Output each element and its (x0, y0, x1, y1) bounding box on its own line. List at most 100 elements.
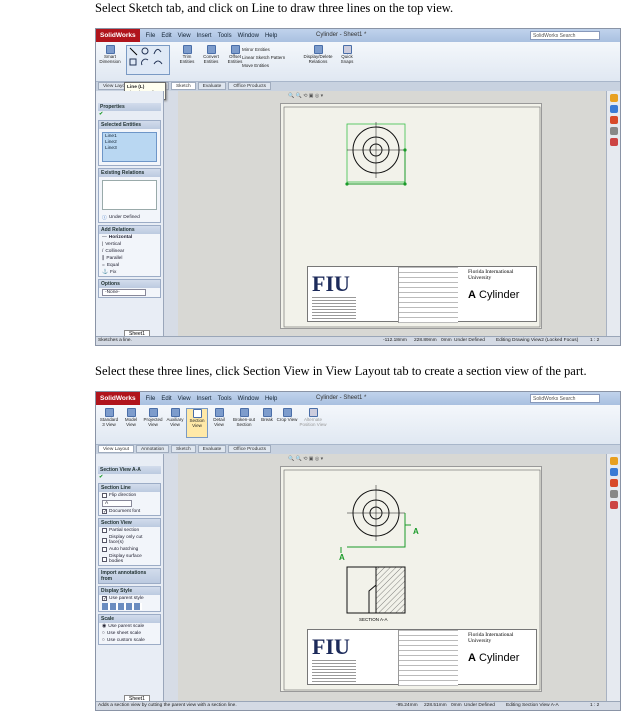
convert-entities-button[interactable]: Convert Entities (200, 45, 222, 65)
tab-sketch[interactable]: Sketch (170, 445, 196, 453)
menu-help[interactable]: Help (265, 33, 277, 39)
add-relations-section: Add Relations — Horizontal | Vertical / Col… (98, 225, 161, 277)
sketch-ribbon: Smart Dimension Trim Entities Convert En… (96, 42, 620, 82)
existing-relations-list[interactable] (102, 180, 157, 210)
library-icon[interactable] (609, 468, 618, 476)
scale-section: Scale ◉ Use parent scale ○ Use sheet scale… (98, 614, 161, 645)
status-bar: Sketches a line. -112.18mm 228.89mm 0mm … (96, 336, 620, 345)
display-relations-button[interactable]: Display/Delete Relations (302, 45, 334, 65)
label-input[interactable]: A (102, 500, 132, 507)
broken-out-section-button[interactable]: Broken-out Section (230, 408, 258, 428)
existing-relations-section: Existing Relations ⓘ Under Defined (98, 168, 161, 223)
search-input[interactable]: SolidWorks Search (530, 394, 600, 403)
section-view-button[interactable]: Section View (186, 408, 208, 438)
tab-office-products[interactable]: Office Products (228, 82, 272, 90)
menu-tools[interactable]: Tools (218, 396, 232, 402)
explorer-icon[interactable] (609, 479, 618, 487)
tab-evaluate[interactable]: Evaluate (197, 82, 227, 90)
document-font-option[interactable]: ✓ Document font (99, 508, 160, 515)
list-item[interactable]: Line3 (105, 146, 154, 152)
menu-tools[interactable]: Tools (218, 33, 232, 39)
graphics-area[interactable]: 🔍 🔍 ⟲ ▣ ◎ ▾ A A SECTION A-A FIU Florida … (178, 454, 606, 703)
appearance-icon[interactable] (609, 138, 618, 146)
offset-icon (230, 45, 240, 54)
trim-entities-button[interactable]: Trim Entities (176, 45, 198, 65)
menu-view[interactable]: View (178, 396, 191, 402)
line-tool-group[interactable] (126, 45, 170, 75)
standard-3-view-button[interactable]: Standard 3 View (98, 408, 120, 428)
auxiliary-view-icon (170, 408, 180, 417)
quick-snaps-button[interactable]: Quick Snaps (336, 45, 358, 65)
auto-hatching-option[interactable]: Auto hatching (99, 546, 160, 553)
relation-vertical[interactable]: | Vertical (99, 241, 160, 248)
menu-file[interactable]: File (146, 396, 156, 402)
relation-equal[interactable]: = Equal (99, 262, 160, 269)
use-parent-scale-option[interactable]: ◉ Use parent scale (99, 623, 160, 630)
menu-insert[interactable]: Insert (197, 396, 212, 402)
flip-direction-option[interactable]: Flip direction (99, 492, 160, 499)
flip-checkbox[interactable] (102, 493, 107, 498)
graphics-area[interactable]: 🔍 🔍 ⟲ ▣ ◎ ▾ FIU Florida International Un… (178, 91, 606, 338)
detail-view-button[interactable]: Detail View (208, 408, 230, 428)
auxiliary-view-button[interactable]: Auxiliary View (164, 408, 186, 428)
menu-view[interactable]: View (178, 33, 191, 39)
palette-icon[interactable] (609, 127, 618, 135)
menu-insert[interactable]: Insert (197, 33, 212, 39)
resources-icon[interactable] (609, 94, 618, 102)
use-custom-scale-option[interactable]: ○ Use custom scale (99, 637, 160, 644)
menu-window[interactable]: Window (238, 33, 259, 39)
crop-view-button[interactable]: Crop View (276, 408, 298, 423)
surface-bodies-option[interactable]: Display surface bodies (99, 553, 160, 565)
display-style-buttons[interactable] (99, 602, 160, 611)
view-toolbar[interactable]: 🔍 🔍 ⟲ ▣ ◎ ▾ (288, 93, 323, 99)
drawing-sheet[interactable]: FIU Florida International University A C… (280, 103, 542, 329)
app-logo: SolidWorks (96, 392, 140, 405)
mirror-entities-button[interactable]: Mirror Entities (242, 46, 285, 54)
search-input[interactable]: SolidWorks Search (530, 31, 600, 40)
import-annotations-section: Import annotations from (98, 568, 161, 584)
tab-annotation[interactable]: Annotation (136, 445, 169, 453)
tab-office-products[interactable]: Office Products (228, 445, 272, 453)
model-view-button[interactable]: Model View (120, 408, 142, 428)
selected-entities-list[interactable]: Line1 Line2 Line3 (102, 132, 157, 162)
appearance-icon[interactable] (609, 501, 618, 509)
linear-pattern-button[interactable]: Linear Sketch Pattern (242, 54, 285, 62)
status-bar: Adds a section view by cutting the paren… (96, 701, 620, 710)
tab-sketch[interactable]: Sketch (170, 82, 196, 90)
break-button[interactable]: Break (256, 408, 278, 423)
use-sheet-scale-option[interactable]: ○ Use sheet scale (99, 630, 160, 637)
radio-selected-icon[interactable]: ◉ (102, 624, 106, 629)
ok-button[interactable]: ✔ (96, 474, 163, 481)
use-parent-style-option[interactable]: ✓ Use parent style (99, 595, 160, 602)
relation-horizontal[interactable]: — Horizontal (99, 234, 160, 241)
explorer-icon[interactable] (609, 116, 618, 124)
menu-file[interactable]: File (146, 33, 156, 39)
move-entities-button[interactable]: Move Entities (242, 62, 285, 70)
relation-fix[interactable]: ⚓ Fix (99, 269, 160, 276)
tab-view-layout[interactable]: View Layout (98, 445, 135, 453)
menu-edit[interactable]: Edit (161, 33, 171, 39)
relation-collinear[interactable]: / Collinear (99, 248, 160, 255)
tab-evaluate[interactable]: Evaluate (197, 445, 227, 453)
radio-icon[interactable]: ○ (102, 638, 105, 643)
resources-icon[interactable] (609, 457, 618, 465)
palette-icon[interactable] (609, 490, 618, 498)
menu-help[interactable]: Help (265, 396, 277, 402)
relation-parallel[interactable]: ∥ Parallel (99, 255, 160, 262)
drawing-sheet[interactable]: A A SECTION A-A FIU Florida Internationa… (280, 466, 542, 692)
projected-view-button[interactable]: Projected View (142, 408, 164, 428)
options-select[interactable]: -None- (102, 289, 146, 296)
display-style-icons[interactable] (102, 603, 142, 610)
org-name: Florida International University (468, 632, 514, 644)
menu-edit[interactable]: Edit (161, 396, 171, 402)
library-icon[interactable] (609, 105, 618, 113)
menu-window[interactable]: Window (238, 396, 259, 402)
ok-button[interactable]: ✔ (96, 111, 163, 118)
doc-font-checkbox[interactable]: ✓ (102, 509, 107, 515)
view-toolbar[interactable]: 🔍 🔍 ⟲ ▣ ◎ ▾ (288, 456, 323, 462)
cut-faces-option[interactable]: Display only cut face(s) (99, 534, 160, 546)
partial-section-option[interactable]: Partial section (99, 527, 160, 534)
radio-icon[interactable]: ○ (102, 631, 105, 636)
smart-dimension-button[interactable]: Smart Dimension (99, 45, 121, 65)
alternate-position-button[interactable]: Alternate Position View (298, 408, 328, 428)
